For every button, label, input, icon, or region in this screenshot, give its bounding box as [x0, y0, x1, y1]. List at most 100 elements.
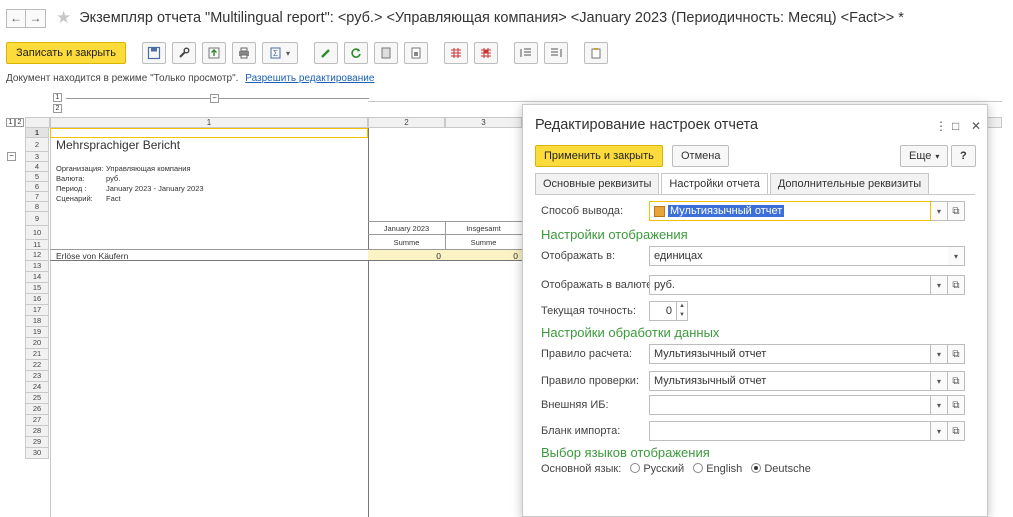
row-header[interactable]: 26 — [25, 404, 49, 415]
output-method-dropdown-icon[interactable]: ▾ — [931, 201, 948, 221]
group-level-1[interactable]: 1 — [53, 93, 62, 102]
display-in-field[interactable]: единицах — [649, 246, 956, 266]
import-form-open-icon[interactable]: ⧉ — [948, 421, 965, 441]
forward-arrow-icon[interactable]: → — [26, 8, 46, 28]
radio-deutsche-label[interactable]: Deutsche — [764, 463, 810, 475]
row-header[interactable]: 4 — [25, 162, 49, 172]
column-collapse-icon[interactable]: − — [210, 94, 219, 103]
row-header[interactable]: 11 — [25, 240, 49, 250]
indent-icon[interactable] — [514, 42, 539, 64]
meta-label-scenario: Сценарий: — [56, 194, 93, 203]
allow-editing-link[interactable]: Разрешить редактирование — [245, 73, 374, 84]
external-db-dropdown-icon[interactable]: ▾ — [931, 395, 948, 415]
row-header[interactable]: 10 — [25, 226, 49, 240]
row-header[interactable]: 20 — [25, 338, 49, 349]
pencil-icon[interactable] — [314, 42, 339, 64]
display-in-dropdown-icon[interactable]: ▾ — [948, 246, 965, 266]
column-header-2[interactable]: 2 — [368, 117, 445, 128]
grid-red2-icon[interactable] — [474, 42, 499, 64]
row-header[interactable]: 13 — [25, 261, 49, 272]
currency-value: руб. — [654, 279, 675, 291]
row-collapse-icon[interactable]: − — [7, 152, 16, 161]
row-header[interactable]: 19 — [25, 327, 49, 338]
selected-cell[interactable] — [50, 128, 368, 138]
row-header[interactable]: 1 — [25, 128, 49, 138]
row-header[interactable]: 9 — [25, 212, 49, 226]
check-rule-dropdown-icon[interactable]: ▾ — [931, 371, 948, 391]
help-button[interactable]: ? — [951, 145, 976, 167]
cancel-button[interactable]: Отмена — [672, 145, 730, 167]
more-menu-icon[interactable]: ⋮ — [935, 119, 947, 133]
row-group-level-1[interactable]: 1 — [6, 118, 15, 127]
maximize-icon[interactable]: □ — [952, 119, 959, 133]
row-header[interactable]: 21 — [25, 349, 49, 360]
sum-dropdown-icon[interactable]: Σ ▾ — [262, 42, 299, 64]
row-header[interactable]: 24 — [25, 382, 49, 393]
save-icon[interactable] — [142, 42, 167, 64]
row-header[interactable]: 22 — [25, 360, 49, 371]
row-header[interactable]: 17 — [25, 305, 49, 316]
output-method-open-icon[interactable]: ⧉ — [948, 201, 965, 221]
more-button[interactable]: Еще ▾ — [900, 145, 949, 167]
column-header-1[interactable]: 1 — [50, 117, 368, 128]
precision-field[interactable]: 0 — [649, 301, 677, 321]
currency-field[interactable]: руб. — [649, 275, 931, 295]
row-header[interactable]: 16 — [25, 294, 49, 305]
row-header[interactable]: 28 — [25, 426, 49, 437]
radio-deutsche[interactable] — [751, 463, 762, 473]
calc-rule-dropdown-icon[interactable]: ▾ — [931, 344, 948, 364]
row-header[interactable]: 23 — [25, 371, 49, 382]
wrench-icon[interactable] — [172, 42, 197, 64]
external-db-label: Внешняя ИБ: — [541, 399, 609, 411]
tab-main-attributes[interactable]: Основные реквизиты — [535, 173, 660, 195]
row-header[interactable]: 7 — [25, 192, 49, 202]
close-icon[interactable]: ✕ — [971, 119, 981, 133]
radio-russian[interactable] — [630, 463, 641, 473]
row-header[interactable]: 5 — [25, 172, 49, 182]
row-header[interactable]: 18 — [25, 316, 49, 327]
calc-rule-open-icon[interactable]: ⧉ — [948, 344, 965, 364]
import-form-dropdown-icon[interactable]: ▾ — [931, 421, 948, 441]
favorite-star-icon[interactable]: ★ — [56, 8, 71, 28]
apply-and-close-button[interactable]: Применить и закрыть — [535, 145, 663, 167]
check-rule-open-icon[interactable]: ⧉ — [948, 371, 965, 391]
currency-dropdown-icon[interactable]: ▾ — [931, 275, 948, 295]
upload-icon[interactable] — [202, 42, 227, 64]
clipboard-icon[interactable] — [584, 42, 609, 64]
grid-red-icon[interactable] — [444, 42, 469, 64]
row-header[interactable]: 12 — [25, 250, 49, 261]
radio-russian-label[interactable]: Русский — [643, 463, 684, 475]
tab-additional-attributes[interactable]: Дополнительные реквизиты — [769, 173, 930, 195]
radio-english-label[interactable]: English — [706, 463, 742, 475]
back-arrow-icon[interactable]: ← — [6, 8, 26, 28]
print-icon[interactable] — [232, 42, 257, 64]
column-header-3[interactable]: 3 — [445, 117, 522, 128]
radio-english[interactable] — [693, 463, 704, 473]
outdent-icon[interactable] — [544, 42, 569, 64]
output-method-field[interactable]: Мультиязычный отчет — [649, 201, 931, 221]
external-db-field[interactable] — [649, 395, 931, 415]
precision-stepper-icon[interactable]: ▲ ▼ — [677, 301, 688, 321]
row-header[interactable]: 14 — [25, 272, 49, 283]
row-header[interactable]: 6 — [25, 182, 49, 192]
check-rule-field[interactable]: Мультиязычный отчет — [649, 371, 931, 391]
copy-icon[interactable] — [374, 42, 399, 64]
row-header[interactable]: 30 — [25, 448, 49, 459]
row-header[interactable]: 29 — [25, 437, 49, 448]
refresh-icon[interactable] — [344, 42, 369, 64]
row-header[interactable]: 27 — [25, 415, 49, 426]
row-header[interactable]: 3 — [25, 152, 49, 162]
row-header[interactable]: 15 — [25, 283, 49, 294]
tab-report-settings[interactable]: Настройки отчета — [661, 173, 768, 195]
save-and-close-button[interactable]: Записать и закрыть — [6, 42, 127, 64]
row-header[interactable]: 25 — [25, 393, 49, 404]
group-level-2[interactable]: 2 — [53, 104, 62, 113]
external-db-open-icon[interactable]: ⧉ — [948, 395, 965, 415]
calc-rule-field[interactable]: Мультиязычный отчет — [649, 344, 931, 364]
currency-open-icon[interactable]: ⧉ — [948, 275, 965, 295]
import-form-field[interactable] — [649, 421, 931, 441]
export-icon[interactable] — [404, 42, 429, 64]
row-group-level-2[interactable]: 2 — [15, 118, 24, 127]
row-header[interactable]: 8 — [25, 202, 49, 212]
row-header[interactable]: 2 — [25, 138, 49, 152]
